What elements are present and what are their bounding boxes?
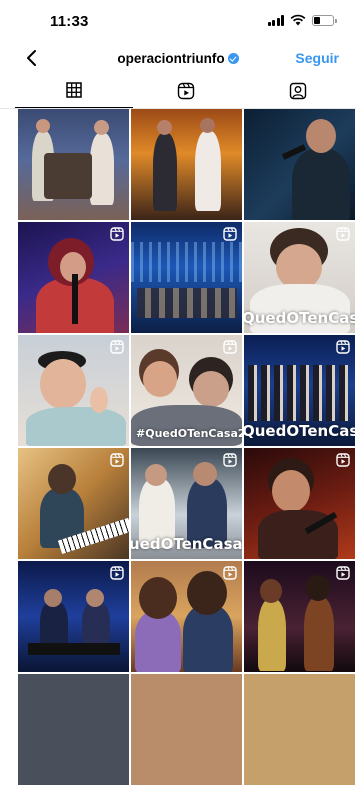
reel-badge-icon bbox=[223, 227, 237, 241]
reel-badge-icon bbox=[336, 453, 350, 467]
reel-badge-icon bbox=[336, 566, 350, 580]
post-caption-overlay: QuedOTenCasa bbox=[244, 422, 355, 440]
posts-grid: QuedOTenCasa4 #QuedOTenCasa2A QuedOTenCa… bbox=[18, 109, 355, 785]
profile-header: operaciontriunfo Seguir bbox=[0, 42, 356, 74]
post-tile[interactable] bbox=[18, 335, 129, 446]
reel-badge-icon bbox=[336, 340, 350, 354]
reel-badge-icon bbox=[223, 566, 237, 580]
post-tile[interactable] bbox=[131, 561, 242, 672]
post-tile[interactable] bbox=[18, 561, 129, 672]
tab-tagged[interactable] bbox=[239, 78, 356, 108]
post-caption-overlay: #QuedOTenCasa2A bbox=[136, 427, 242, 440]
grid-icon bbox=[66, 82, 82, 98]
tagged-user-icon bbox=[289, 82, 307, 100]
reels-icon bbox=[177, 82, 195, 100]
post-tile[interactable] bbox=[18, 448, 129, 559]
post-tile[interactable] bbox=[131, 222, 242, 333]
follow-button[interactable]: Seguir bbox=[295, 50, 339, 66]
account-name: operaciontriunfo bbox=[117, 51, 225, 66]
reel-badge-icon bbox=[223, 340, 237, 354]
status-icons bbox=[267, 14, 337, 26]
reel-badge-icon bbox=[336, 227, 350, 241]
post-tile[interactable] bbox=[131, 109, 242, 220]
reel-badge-icon bbox=[110, 453, 124, 467]
post-tile[interactable]: QuedOTenCasa4 bbox=[244, 222, 355, 333]
tab-reels[interactable] bbox=[127, 78, 245, 108]
verified-badge-icon bbox=[227, 53, 239, 64]
cellular-signal-icon bbox=[267, 14, 284, 26]
reel-badge-icon bbox=[110, 566, 124, 580]
tab-posts-grid[interactable] bbox=[15, 78, 133, 108]
post-tile[interactable] bbox=[244, 561, 355, 672]
post-tile[interactable]: #QuedOTenCasa2A bbox=[131, 335, 242, 446]
reel-badge-icon bbox=[110, 227, 124, 241]
post-tile[interactable] bbox=[18, 109, 129, 220]
battery-icon bbox=[312, 14, 337, 26]
status-bar: 11:33 bbox=[0, 0, 356, 40]
post-tile[interactable] bbox=[244, 109, 355, 220]
post-tile[interactable] bbox=[18, 222, 129, 333]
post-tile[interactable] bbox=[131, 674, 242, 785]
reel-badge-icon bbox=[110, 340, 124, 354]
post-caption-overlay: uedOTenCasa3 bbox=[131, 535, 242, 553]
post-tile[interactable] bbox=[244, 674, 355, 785]
post-tile[interactable] bbox=[18, 674, 129, 785]
post-tile[interactable] bbox=[244, 448, 355, 559]
post-tile[interactable]: uedOTenCasa3 bbox=[131, 448, 242, 559]
wifi-icon bbox=[290, 14, 306, 26]
post-tile[interactable]: QuedOTenCasa bbox=[244, 335, 355, 446]
reel-badge-icon bbox=[223, 453, 237, 467]
status-time: 11:33 bbox=[50, 13, 89, 30]
post-caption-overlay: QuedOTenCasa4 bbox=[244, 309, 355, 327]
profile-tabs bbox=[0, 78, 356, 109]
